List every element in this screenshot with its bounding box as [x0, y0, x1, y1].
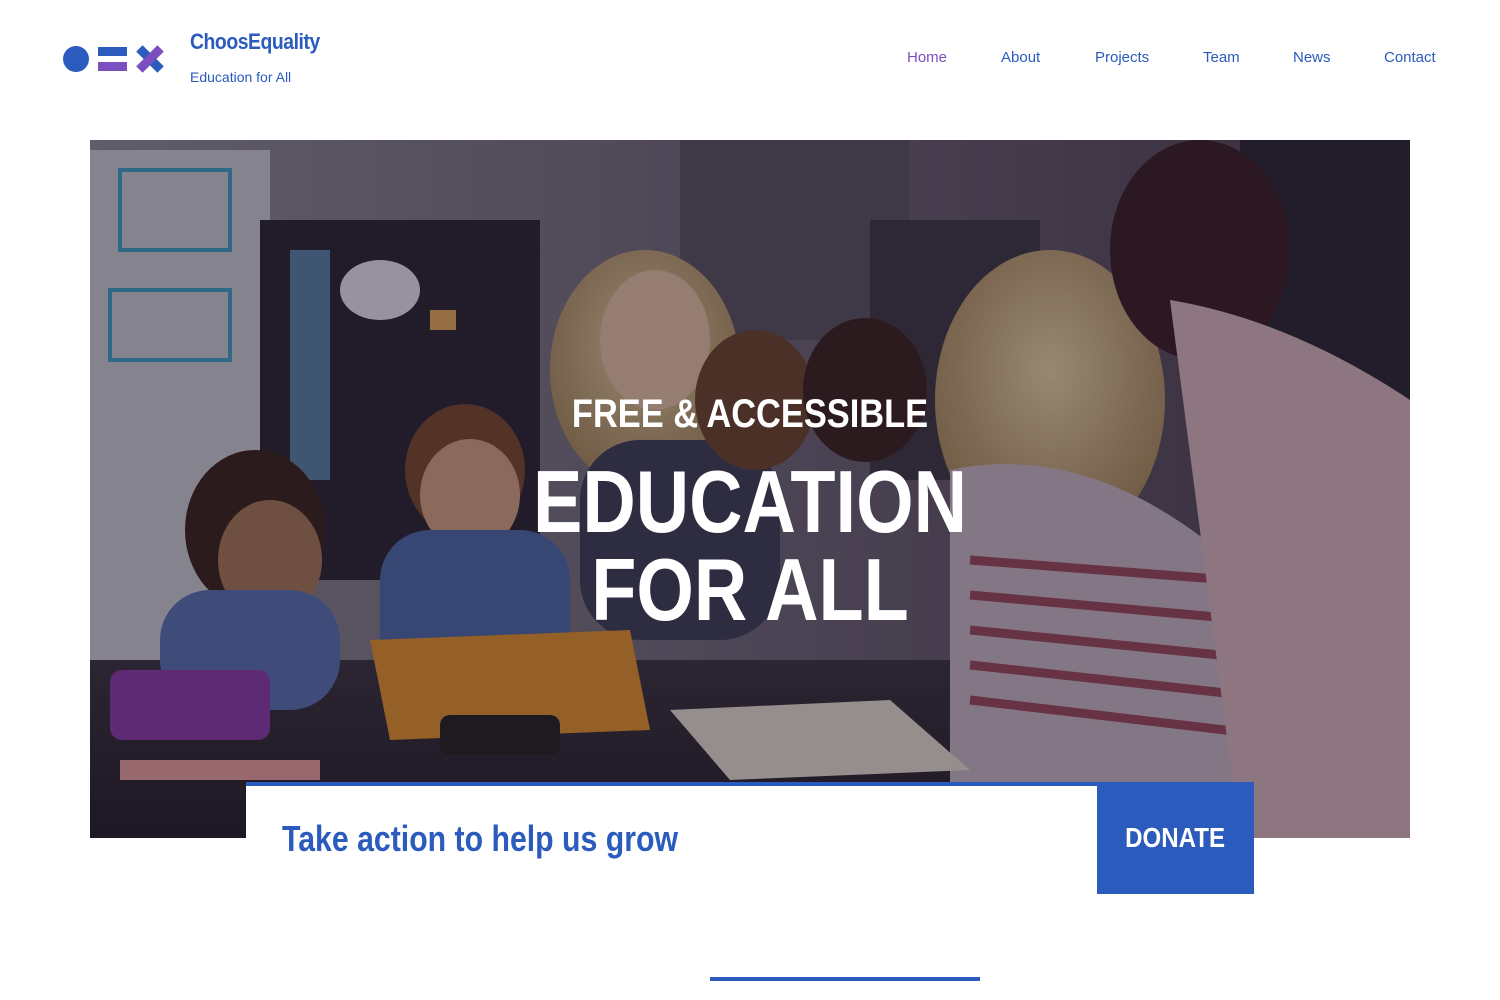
hero-kicker: FREE & ACCESSIBLE — [571, 392, 929, 436]
cta-bar: Take action to help us grow DONATE — [246, 782, 1254, 894]
nav-item-contact[interactable]: Contact — [1384, 49, 1436, 66]
donate-button[interactable]: DONATE — [1097, 782, 1254, 894]
section-divider — [710, 977, 980, 981]
hero-title: EDUCATION FOR ALL — [533, 452, 967, 639]
nav-item-team[interactable]: Team — [1203, 49, 1240, 66]
nav-item-projects[interactable]: Projects — [1095, 49, 1149, 66]
hero-section: FREE & ACCESSIBLE EDUCATION FOR ALL — [90, 140, 1410, 838]
nav-item-news[interactable]: News — [1293, 49, 1331, 66]
brand-tagline: Education for All — [190, 69, 292, 85]
donate-button-label: DONATE — [1125, 822, 1226, 853]
main-nav: Home About Projects Team News Contact — [0, 49, 1500, 71]
nav-item-home[interactable]: Home — [907, 49, 947, 66]
cta-text: Take action to help us grow — [282, 818, 678, 859]
site-header: ChoosEquality Education for All Home Abo… — [0, 0, 1500, 120]
nav-item-about[interactable]: About — [1001, 49, 1040, 66]
